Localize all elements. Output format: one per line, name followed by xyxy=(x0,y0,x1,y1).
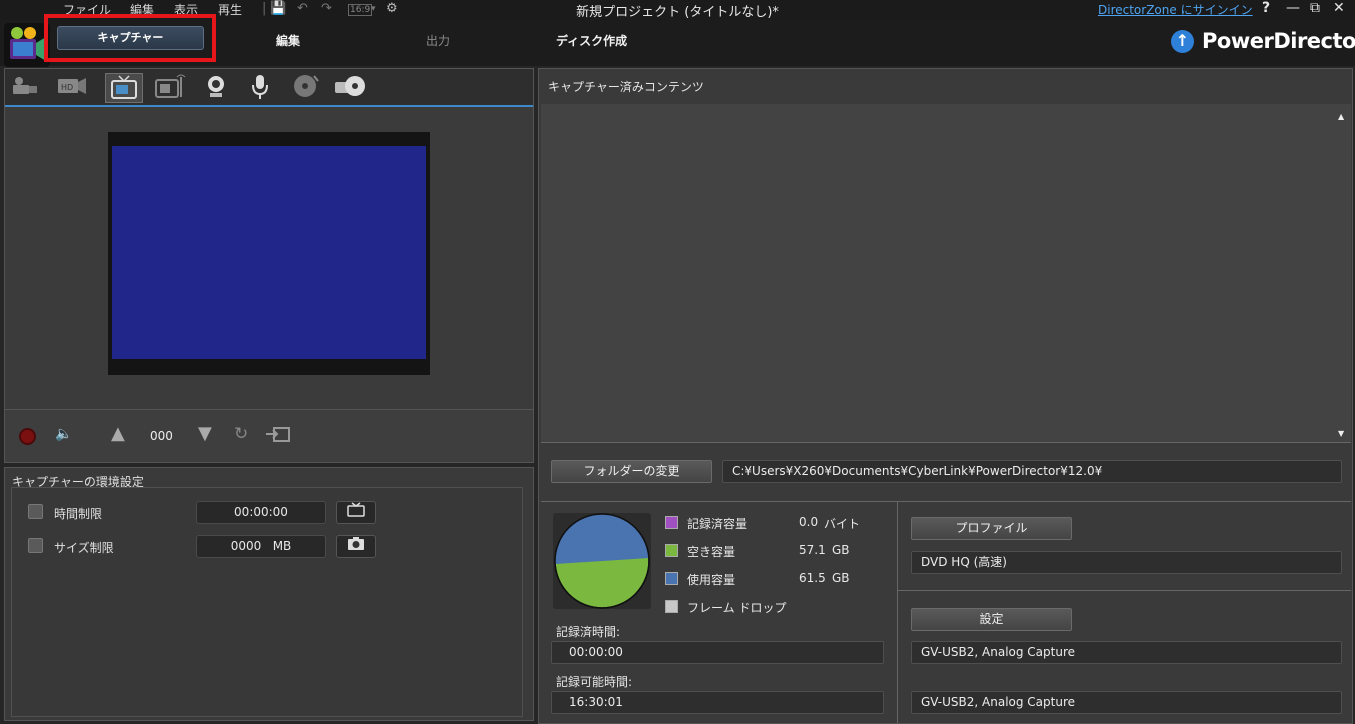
svg-text:HD: HD xyxy=(61,83,73,92)
aspect-dropdown-icon[interactable]: ▾ xyxy=(371,4,376,14)
audio-device-field[interactable]: GV-USB2, Analog Capture xyxy=(911,691,1342,714)
channel-counter: 000 xyxy=(150,429,173,443)
channel-up-icon[interactable]: ▲ xyxy=(111,423,125,444)
capture-settings-panel: キャプチャーの環境設定 時間制限 00:00:00 サイズ制限 0000 MB xyxy=(4,467,534,721)
mode-bar: キャプチャー 編集 出力 ディスク作成 ↑ PowerDirector xyxy=(0,14,1355,67)
directorzone-signin-link[interactable]: DirectorZone にサインイン xyxy=(1098,1,1253,18)
brand[interactable]: ↑ PowerDirector xyxy=(1171,28,1355,54)
channel-down-icon[interactable]: ▼ xyxy=(198,423,212,444)
time-limit-label: 時間制限 xyxy=(54,507,103,521)
tab-disc[interactable]: ディスク作成 xyxy=(556,32,627,49)
hdv-camcorder-icon[interactable]: HD xyxy=(53,73,91,103)
upgrade-arrow-icon[interactable]: ↑ xyxy=(1171,29,1194,53)
used-swatch xyxy=(665,572,678,585)
highlight-annotation xyxy=(44,14,216,62)
divider xyxy=(541,442,1351,443)
captured-content-title: キャプチャー済みコンテンツ xyxy=(548,80,704,94)
snapshot-button[interactable] xyxy=(336,535,376,558)
used-value: 61.5 xyxy=(799,571,826,585)
save-icon[interactable]: 💾 xyxy=(270,1,286,16)
captured-content-panel: キャプチャー済みコンテンツ ▲ ▼ フォルダーの変更 C:¥Users¥X260… xyxy=(538,68,1353,724)
dv-camcorder-icon[interactable] xyxy=(7,73,45,103)
scrollbar[interactable]: ▲ ▼ xyxy=(1338,112,1348,438)
recorded-label: 記録済容量 xyxy=(687,517,748,531)
frame-drop-swatch xyxy=(665,600,678,613)
available-time-field: 16:30:01 xyxy=(551,691,884,714)
recorded-value: 0.0 xyxy=(799,515,819,529)
free-swatch xyxy=(665,544,678,557)
free-label: 空き容量 xyxy=(687,545,736,559)
capture-source-strip: HD xyxy=(5,69,533,107)
tv-icon[interactable] xyxy=(105,73,143,103)
capture-settings-body: 時間制限 00:00:00 サイズ制限 0000 MB xyxy=(11,487,523,717)
recorded-time-label: 記録済時間: xyxy=(556,625,621,639)
divider xyxy=(898,590,1351,591)
size-limit-value: 0000 xyxy=(230,539,262,553)
divider xyxy=(897,501,898,723)
scroll-down-icon[interactable]: ▼ xyxy=(1338,429,1344,438)
redo-icon[interactable]: ↷ xyxy=(321,1,332,16)
gear-icon[interactable]: ⚙ xyxy=(386,1,398,16)
time-limit-field[interactable]: 00:00:00 xyxy=(196,501,326,524)
profile-button[interactable]: プロファイル xyxy=(911,517,1072,540)
undo-icon[interactable]: ↶ xyxy=(297,1,308,16)
size-limit-label: サイズ制限 xyxy=(54,541,114,555)
scroll-up-icon[interactable]: ▲ xyxy=(1338,112,1344,121)
available-time-label: 記録可能時間: xyxy=(556,675,633,689)
video-device-field[interactable]: GV-USB2, Analog Capture xyxy=(911,641,1342,664)
tab-output[interactable]: 出力 xyxy=(426,32,450,49)
folder-path-field[interactable]: C:¥Users¥X260¥Documents¥CyberLink¥PowerD… xyxy=(722,460,1342,483)
captured-content-list[interactable]: ▲ ▼ xyxy=(541,104,1351,442)
size-limit-field[interactable]: 0000 MB xyxy=(196,535,326,558)
free-value: 57.1 xyxy=(799,543,826,557)
frame-drop-label: フレーム ドロップ xyxy=(687,601,787,615)
aspect-ratio-selector[interactable]: 16:9 xyxy=(348,4,373,16)
size-limit-checkbox[interactable] xyxy=(28,538,43,553)
divider xyxy=(541,501,1351,502)
microphone-icon[interactable] xyxy=(241,73,279,103)
change-folder-button[interactable]: フォルダーの変更 xyxy=(551,460,712,483)
recorded-time-field: 00:00:00 xyxy=(551,641,884,664)
cd-icon[interactable] xyxy=(287,73,325,103)
help-button[interactable]: ? xyxy=(1262,0,1270,16)
size-limit-unit: MB xyxy=(272,539,292,553)
refresh-icon[interactable]: ↻ xyxy=(234,424,248,444)
minimize-button[interactable]: — xyxy=(1286,0,1300,16)
storage-pie-chart xyxy=(553,513,651,609)
recorded-unit: バイト xyxy=(824,517,861,531)
profile-field[interactable]: DVD HQ (高速) xyxy=(911,551,1342,574)
free-unit: GB xyxy=(832,543,850,557)
used-label: 使用容量 xyxy=(687,573,736,587)
settings-button[interactable]: 設定 xyxy=(911,608,1072,631)
webcam-icon[interactable] xyxy=(197,73,235,103)
time-limit-checkbox[interactable] xyxy=(28,504,43,519)
preview-screen xyxy=(112,146,426,359)
record-button[interactable] xyxy=(19,428,36,445)
menu-play[interactable]: 再生 xyxy=(218,1,242,18)
tv-input-icon[interactable] xyxy=(265,424,291,448)
capture-preview-panel: HD 🔈 ▲ 000 ▼ ↻ xyxy=(4,68,534,463)
brand-name: PowerDirector xyxy=(1202,29,1355,53)
video-preview xyxy=(108,132,430,375)
close-button[interactable]: ✕ xyxy=(1333,0,1345,16)
used-unit: GB xyxy=(832,571,850,585)
recorded-swatch xyxy=(665,516,678,529)
digital-tv-icon[interactable] xyxy=(151,73,189,103)
tv-timer-button[interactable] xyxy=(336,501,376,524)
restore-button[interactable]: ⧉ xyxy=(1310,0,1320,16)
capture-controls: 🔈 ▲ 000 ▼ ↻ xyxy=(5,409,533,462)
dvd-icon[interactable] xyxy=(331,73,369,103)
tab-edit[interactable]: 編集 xyxy=(276,32,300,49)
volume-icon[interactable]: 🔈 xyxy=(55,426,72,442)
